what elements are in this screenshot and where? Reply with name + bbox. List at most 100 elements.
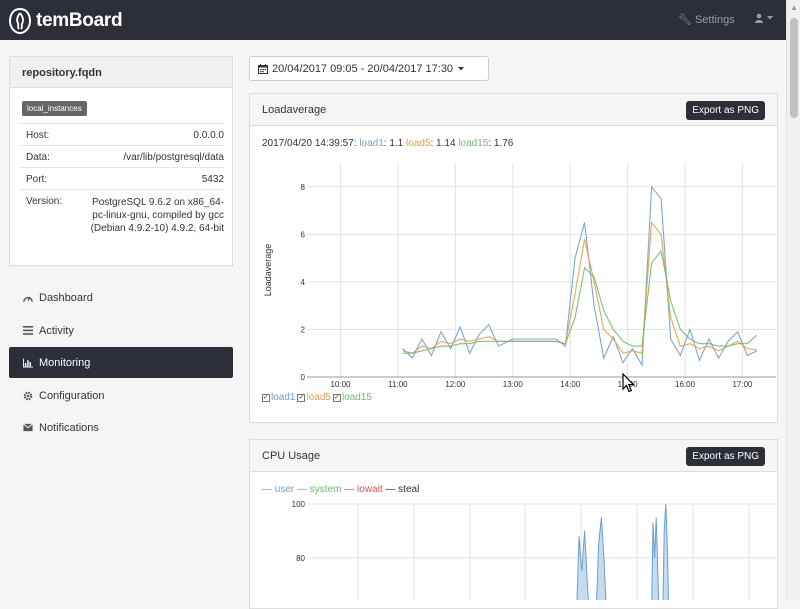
cpu-title: CPU Usage — [262, 450, 321, 462]
series-toggles: ✓ load1 ✓ load5 ✓ load15 — [262, 392, 372, 403]
user-icon — [755, 13, 763, 23]
checkbox-checked-icon: ✓ — [297, 393, 306, 402]
page-scrollbar[interactable]: ▲ — [786, 0, 800, 600]
date-range-picker[interactable]: 20/04/2017 09:05 - 20/04/2017 17:30 — [249, 56, 489, 81]
toggle-load5[interactable]: ✓ load5 — [297, 392, 331, 403]
top-navbar: temBoard 🔧︎ Settings — [0, 0, 786, 40]
host-label: Host: — [26, 130, 50, 141]
version-row: Version: PostgreSQL 9.6.2 on x86_64-pc-l… — [20, 189, 224, 239]
host-row: Host: 0.0.0.0 — [20, 123, 224, 145]
x-tick-label: 16:00 — [675, 380, 696, 389]
y-tick-label: 2 — [301, 325, 306, 334]
instance-title: repository.fqdn — [10, 57, 232, 88]
cpu-usage-chart[interactable]: 6080100 — [255, 495, 780, 600]
legend-load1-name: load1 — [359, 138, 384, 149]
nav-notifications[interactable]: Notifications — [9, 412, 233, 443]
settings-label: Settings — [694, 13, 735, 26]
toggle-load15-label: load15 — [341, 392, 372, 403]
legend-user: — user — [262, 484, 295, 495]
list-icon — [23, 326, 33, 336]
legend-timestamp: 2017/04/20 14:39:57: — [262, 138, 357, 149]
nav-monitoring[interactable]: Monitoring — [9, 347, 233, 378]
x-tick-label: 10:00 — [330, 380, 351, 389]
series-area-user — [576, 517, 607, 600]
port-value: 5432 — [201, 174, 224, 185]
caret-down-icon — [458, 66, 465, 70]
y-tick-label: 8 — [301, 183, 306, 192]
loadaverage-legend: 2017/04/20 14:39:57: load1: 1.1 load5: 1… — [262, 138, 513, 149]
calendar-icon — [258, 63, 268, 74]
temboard-logo-icon — [8, 8, 32, 34]
toggle-load15[interactable]: ✓ load15 — [332, 392, 372, 403]
nav-activity[interactable]: Activity — [9, 315, 233, 346]
y-tick-label: 80 — [296, 554, 305, 563]
loadaverage-title: Loadaverage — [262, 104, 327, 116]
x-tick-label: 11:00 — [388, 380, 408, 389]
nav-configuration[interactable]: Configuration — [9, 380, 233, 411]
x-tick-label: 13:00 — [503, 380, 524, 389]
data-value: /var/lib/postgresql/data — [123, 152, 224, 163]
legend-load15-name: load15 — [458, 138, 489, 149]
y-tick-label: 4 — [301, 278, 306, 287]
export-png-button[interactable]: Export as PNG — [686, 447, 765, 466]
legend-load15-value: : 1.76 — [488, 138, 514, 149]
bar-chart-icon — [23, 357, 33, 368]
version-value: PostgreSQL 9.6.2 on x86_64-pc-linux-gnu,… — [90, 197, 224, 234]
port-label: Port: — [26, 174, 48, 185]
cpu-panel-header: CPU Usage Export as PNG — [250, 440, 777, 472]
app-logo[interactable]: temBoard — [8, 8, 123, 34]
legend-user-label: user — [274, 484, 295, 495]
toggle-load1[interactable]: ✓ load1 — [262, 392, 295, 403]
legend-load5-name: load5 — [406, 138, 431, 149]
scrollbar-thumb[interactable] — [790, 18, 798, 118]
y-tick-label: 0 — [301, 373, 306, 382]
nav-activity-label: Activity — [39, 324, 74, 337]
series-area-user — [651, 503, 669, 600]
mouse-cursor-icon — [622, 373, 635, 393]
nav-notifications-label: Notifications — [39, 421, 99, 434]
legend-system: — system — [297, 484, 342, 495]
toggle-load1-label: load1 — [271, 392, 296, 403]
legend-steal-label: steal — [398, 484, 420, 495]
legend-load5-value: : 1.14 — [430, 138, 456, 149]
date-range-label: 20/04/2017 09:05 - 20/04/2017 17:30 — [272, 62, 454, 75]
loadaverage-panel-header: Loadaverage Export as PNG — [250, 94, 777, 126]
legend-system-label: system — [309, 484, 342, 495]
x-tick-label: 17:00 — [732, 380, 753, 389]
gear-icon — [23, 391, 33, 401]
y-tick-label: 100 — [292, 500, 306, 509]
toggle-load5-label: load5 — [306, 392, 331, 403]
data-row: Data: /var/lib/postgresql/data — [20, 145, 224, 167]
loadaverage-chart[interactable]: 0246810:0011:0012:0013:0014:0015:0016:00… — [255, 158, 780, 393]
instance-info-card: repository.fqdn local_instances Host: 0.… — [9, 56, 233, 266]
checkbox-checked-icon: ✓ — [262, 393, 270, 402]
y-axis-label: Loadaverage — [263, 244, 273, 297]
legend-iowait: — iowait — [344, 484, 383, 495]
wrench-icon: 🔧︎ — [678, 14, 692, 26]
legend-steal: — steal — [385, 484, 420, 495]
app-name: temBoard — [36, 10, 123, 31]
nav-configuration-label: Configuration — [39, 389, 105, 402]
x-tick-label: 14:00 — [560, 380, 581, 389]
nav-dashboard[interactable]: Dashboard — [9, 282, 233, 313]
export-png-button[interactable]: Export as PNG — [686, 101, 765, 120]
y-tick-label: 6 — [301, 230, 306, 239]
legend-load1-value: : 1.1 — [383, 138, 404, 149]
nav-monitoring-label: Monitoring — [39, 356, 91, 369]
version-label: Version: — [26, 196, 63, 207]
x-tick-label: 12:00 — [445, 380, 466, 389]
port-row: Port: 5432 — [20, 167, 224, 189]
data-label: Data: — [26, 152, 50, 163]
cpu-legend: — user — system — iowait — steal — [262, 484, 419, 495]
envelope-icon — [23, 423, 33, 433]
settings-link[interactable]: 🔧︎ Settings — [678, 13, 735, 27]
host-value: 0.0.0.0 — [193, 130, 224, 141]
legend-iowait-label: iowait — [357, 484, 383, 495]
caret-down-icon — [767, 16, 773, 20]
scroll-up-arrow-icon[interactable]: ▲ — [790, 3, 798, 12]
checkbox-checked-icon: ✓ — [332, 393, 341, 402]
user-menu[interactable] — [754, 13, 774, 23]
dashboard-icon — [23, 293, 33, 303]
nav-dashboard-label: Dashboard — [39, 291, 93, 304]
instance-group-tag: local_instances — [22, 101, 87, 116]
